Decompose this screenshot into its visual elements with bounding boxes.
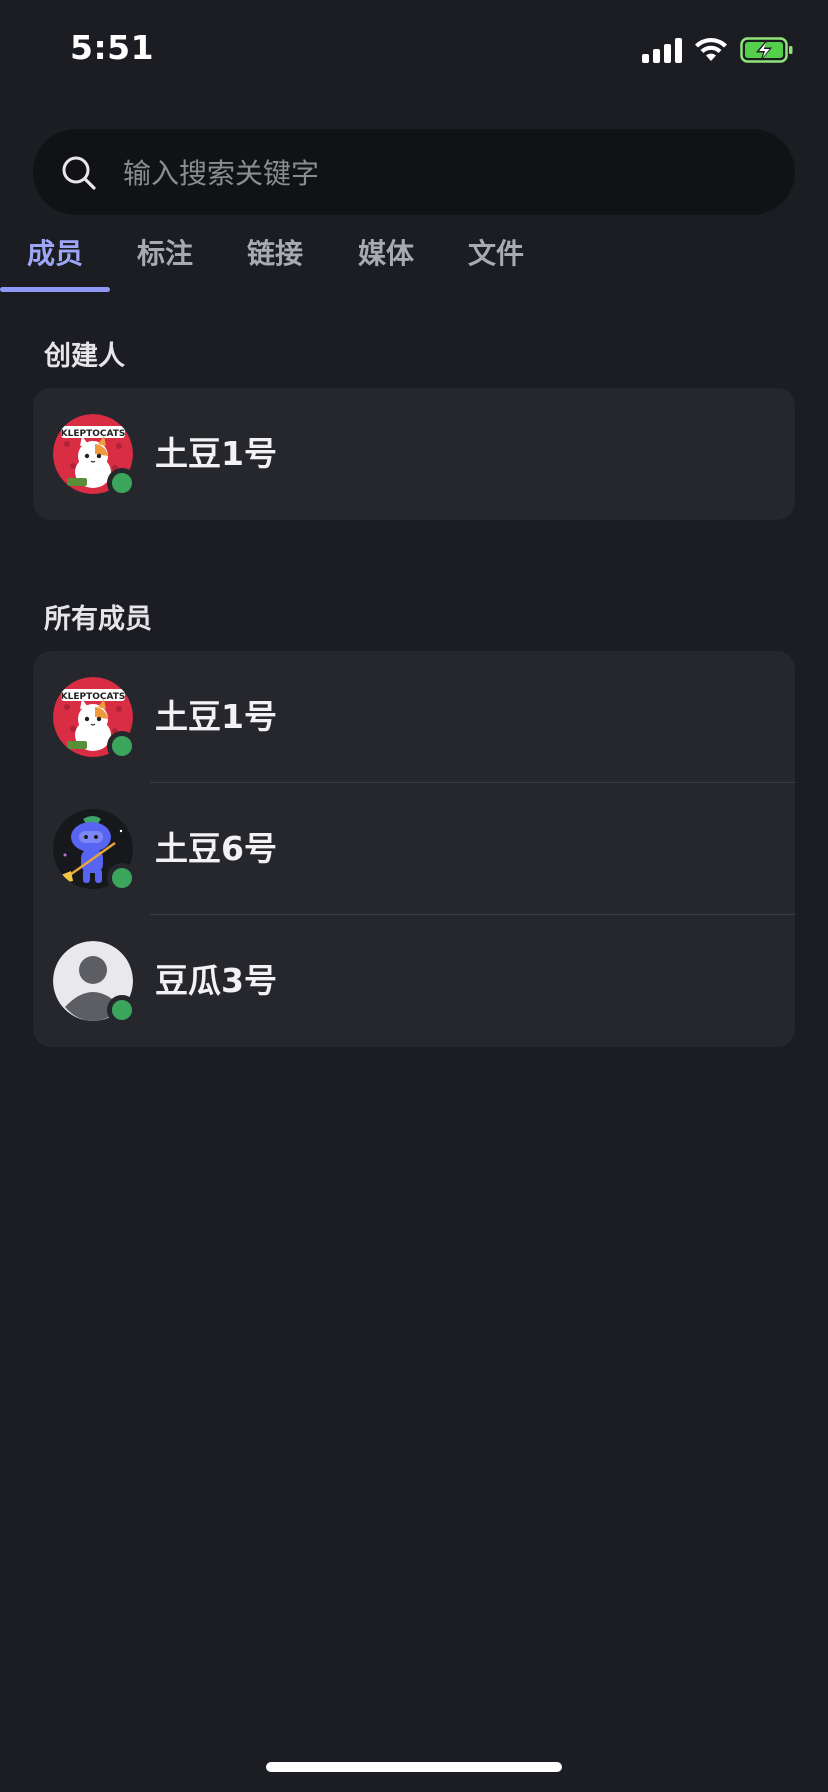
search-icon xyxy=(62,156,96,190)
member-name: 豆瓜3号 xyxy=(155,961,277,1000)
status-time: 5:51 xyxy=(70,28,155,67)
member-row[interactable]: KLEPTOCATS 土豆1号 xyxy=(33,651,795,783)
cellular-signal-icon xyxy=(642,37,682,63)
tab-media-label: 媒体 xyxy=(357,237,414,270)
battery-charging-icon xyxy=(740,37,793,63)
member-row[interactable]: 豆瓜3号 xyxy=(33,915,795,1047)
creator-card: KLEPTOCATS 土豆1号 xyxy=(33,388,795,520)
status-icons xyxy=(642,34,794,66)
tab-annotations[interactable]: 标注 xyxy=(124,226,206,292)
svg-text:KLEPTOCATS: KLEPTOCATS xyxy=(61,692,126,702)
tab-bar: 成员 标注 链接 媒体 文件 xyxy=(0,226,828,292)
online-status-dot xyxy=(107,863,137,893)
tab-files[interactable]: 文件 xyxy=(455,226,537,292)
wifi-icon xyxy=(695,38,727,61)
home-indicator[interactable] xyxy=(266,1762,562,1772)
online-status-dot xyxy=(107,995,137,1025)
member-name: 土豆6号 xyxy=(155,829,277,868)
svg-text:KLEPTOCATS: KLEPTOCATS xyxy=(61,429,126,439)
status-bar: 5:51 xyxy=(0,0,828,100)
online-status-dot xyxy=(107,731,137,761)
member-row[interactable]: 土豆6号 xyxy=(33,783,795,915)
all-members-card: KLEPTOCATS 土豆1号 土豆6号 豆瓜3号 xyxy=(33,651,795,1047)
all-members-section-title: 所有成员 xyxy=(44,604,152,635)
member-name: 土豆1号 xyxy=(155,697,277,736)
search-bar[interactable] xyxy=(33,129,795,217)
online-status-dot xyxy=(107,468,137,498)
tab-links-label: 链接 xyxy=(246,237,303,270)
tab-active-indicator xyxy=(0,287,110,292)
creator-section-title: 创建人 xyxy=(44,341,125,372)
search-input[interactable] xyxy=(121,129,765,217)
member-row[interactable]: KLEPTOCATS 土豆1号 xyxy=(33,388,795,520)
tab-files-label: 文件 xyxy=(467,237,524,270)
tab-media[interactable]: 媒体 xyxy=(345,226,427,292)
tab-links[interactable]: 链接 xyxy=(234,226,316,292)
member-name: 土豆1号 xyxy=(155,434,277,473)
tab-annotations-label: 标注 xyxy=(136,237,193,270)
tab-members[interactable]: 成员 xyxy=(0,226,110,292)
tab-members-label: 成员 xyxy=(26,237,83,270)
